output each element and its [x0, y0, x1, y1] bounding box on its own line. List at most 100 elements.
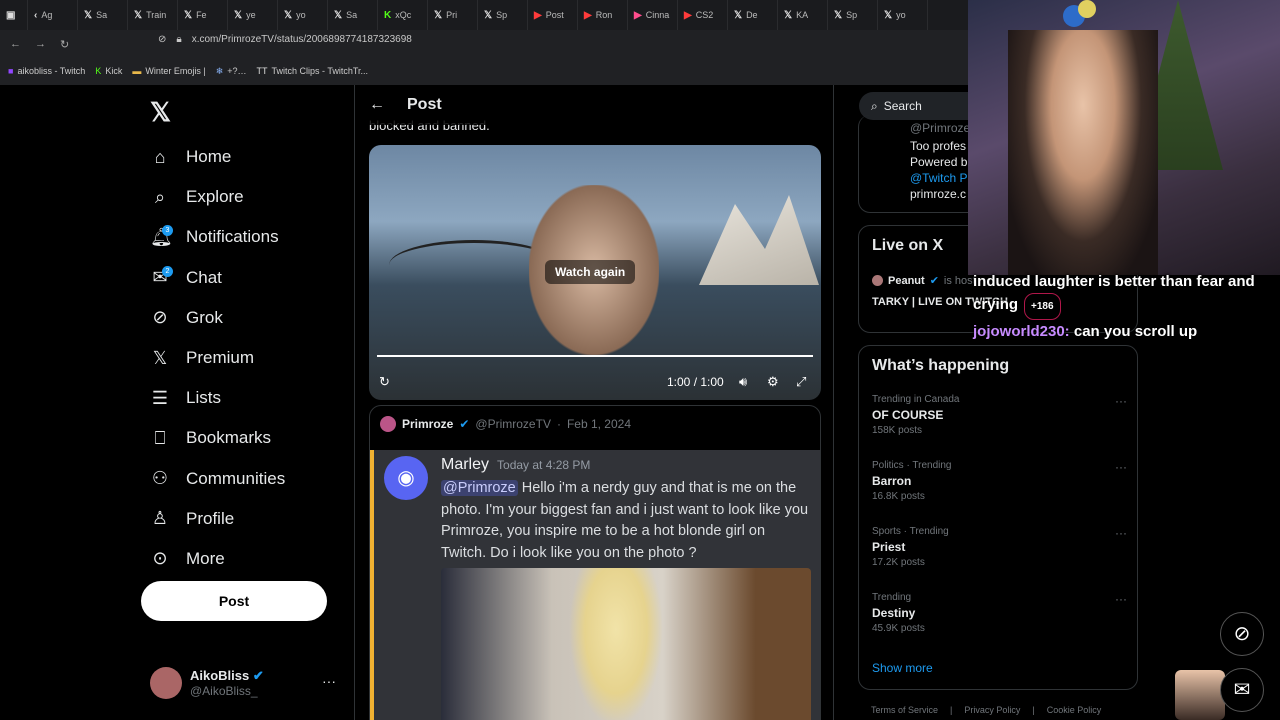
trend-context: Trending: [872, 592, 912, 603]
trend-posts: 45.9K posts: [872, 623, 925, 634]
nav-lists[interactable]: ☰ Lists: [150, 378, 285, 418]
post-button[interactable]: Post: [141, 581, 327, 621]
mail-icon[interactable]: ✉: [1220, 668, 1264, 712]
browser-tab[interactable]: 𝕏yo: [878, 0, 928, 30]
browser-tab[interactable]: 𝕏ye: [228, 0, 278, 30]
bookmark-item[interactable]: ❄ +?…: [216, 66, 247, 77]
nav-profile[interactable]: ♙ Profile: [150, 499, 285, 539]
show-more-link[interactable]: Show more: [872, 661, 933, 675]
browser-tab[interactable]: 𝕏 Fe: [178, 0, 228, 30]
nav-more[interactable]: ⊙ More: [150, 539, 285, 579]
tab-strip: ▣ ‹ Ag 𝕏 Sa 𝕏 Train 𝕏 Fe 𝕏ye 𝕏yo 𝕏 Sa KxQc 𝕏P…: [0, 0, 968, 30]
card-line[interactable]: @Twitch P: [910, 171, 968, 185]
avatar: [380, 416, 396, 432]
browser-tab[interactable]: ▶ Ron: [578, 0, 628, 30]
browser-tab[interactable]: 𝕏yo: [278, 0, 328, 30]
browser-tab[interactable]: 𝕏 Sa: [78, 0, 128, 30]
browser-tab[interactable]: ▶ Cinna: [628, 0, 678, 30]
url-field[interactable]: ⊘ 🔒︎ x.com/PrimrozeTV/status/20068987741…: [158, 34, 412, 45]
browser-tab[interactable]: KxQc: [378, 0, 428, 30]
more-options-icon[interactable]: ···: [1115, 526, 1127, 540]
verified-icon: ✔: [929, 275, 939, 287]
nav-explore[interactable]: ⌕ Explore: [150, 177, 285, 217]
quoted-post-date: Feb 1, 2024: [566, 417, 632, 431]
trend-posts: 17.2K posts: [872, 557, 925, 568]
more-options-icon[interactable]: ···: [1115, 460, 1127, 474]
bookmark-label: +?…: [227, 66, 247, 76]
account-switcher[interactable]: AikoBliss ✔ @AikoBliss_ ···: [150, 667, 336, 699]
footer-link[interactable]: Terms of Service: [871, 705, 938, 715]
gear-icon: ❄: [215, 65, 224, 76]
trend-item[interactable]: Trending Destiny 45.9K posts ···: [872, 592, 1127, 634]
nav-bookmarks[interactable]: ⎕ Bookmarks: [150, 418, 285, 458]
card-line[interactable]: primroze.c: [910, 187, 966, 201]
browser-tab[interactable]: 𝕏 KA: [778, 0, 828, 30]
footer-link[interactable]: Cookie Policy: [1047, 705, 1102, 715]
browser-tab[interactable]: 𝕏 Pri: [428, 0, 478, 30]
person-icon: ♙: [151, 508, 169, 529]
browser-tab[interactable]: 𝕏 Train: [128, 0, 178, 30]
bookmark-label: aikobliss - Twitch: [17, 66, 86, 76]
account-name: AikoBliss: [190, 668, 250, 683]
browser-tab[interactable]: ▶ CS2: [678, 0, 728, 30]
quoted-post[interactable]: Primroze ✔ @PrimrozeTV · Feb 1, 2024 ◉ M…: [369, 405, 821, 720]
reload-icon[interactable]: ↻: [60, 38, 69, 51]
card-line: Powered b: [910, 155, 968, 169]
more-options-icon[interactable]: ···: [1115, 592, 1127, 606]
tab-label: yo: [296, 10, 306, 20]
trend-context: Trending in Canada: [872, 394, 960, 405]
video-player[interactable]: Watch again ↻ 1:00 / 1:00 🔊︎ ⚙ ⤢: [369, 145, 821, 400]
nav-home[interactable]: ⌂ Home: [150, 137, 285, 177]
video-progress-bar[interactable]: [377, 355, 813, 357]
nav-notifications[interactable]: 🔔︎ 3 Notifications: [150, 217, 285, 257]
bookmark-item[interactable]: TT Twitch Clips - TwitchTr...: [257, 66, 369, 76]
folder-icon: ▬: [132, 66, 142, 76]
tab-search-icon[interactable]: ▣: [0, 0, 28, 30]
bookmark-item[interactable]: ■ aikobliss - Twitch: [8, 66, 85, 76]
more-options-icon[interactable]: ···: [322, 673, 336, 689]
x-logo-icon[interactable]: 𝕏: [150, 97, 171, 128]
more-options-icon[interactable]: ···: [1115, 394, 1127, 408]
twitch-icon: ■: [8, 66, 14, 76]
trend-item[interactable]: Politics · Trending Barron 16.8K posts ·…: [872, 460, 1127, 502]
forward-arrow-icon[interactable]: →: [35, 38, 46, 50]
site-info-icon[interactable]: ⊘: [158, 34, 166, 45]
tab-label: Post: [545, 10, 564, 20]
footer-links: Terms of Service | Privacy Policy | Cookie…: [871, 705, 1101, 715]
watch-again-button[interactable]: Watch again: [545, 260, 636, 284]
video-scene-opera-house: [699, 195, 819, 285]
footer-link[interactable]: Privacy Policy: [964, 705, 1020, 715]
replay-icon[interactable]: ↻: [379, 374, 390, 390]
page-title: Post: [407, 96, 442, 113]
trend-item[interactable]: Trending in Canada OF COURSE 158K posts …: [872, 394, 1127, 436]
browser-tab[interactable]: 𝕏 Sa: [328, 0, 378, 30]
nav-communities[interactable]: ⚇ Communities: [150, 459, 285, 499]
browser-tab[interactable]: 𝕏 Sp: [478, 0, 528, 30]
browser-tab[interactable]: ▶ Post: [528, 0, 578, 30]
tab-label: CS2: [695, 10, 714, 20]
bookmark-item[interactable]: ▬ Winter Emojis |: [132, 66, 205, 76]
bookmark-item[interactable]: K Kick: [95, 66, 122, 76]
volume-icon[interactable]: 🔊︎: [739, 374, 747, 390]
settings-icon[interactable]: ⚙: [767, 374, 779, 390]
discord-icon: ◉: [384, 456, 428, 500]
nav-chat[interactable]: ✉ 2 Chat: [150, 258, 285, 298]
photo-subject: [561, 568, 671, 720]
video-time: 1:00 / 1:00: [667, 375, 724, 389]
fullscreen-icon[interactable]: ⤢: [796, 374, 806, 390]
browser-tab[interactable]: 𝕏 Sp: [828, 0, 878, 30]
browser-tab[interactable]: 𝕏 De: [728, 0, 778, 30]
browser-tab[interactable]: ‹ Ag: [28, 0, 78, 30]
trend-item[interactable]: Sports · Trending Priest 17.2K posts ···: [872, 526, 1127, 568]
discord-message: @Primroze Hello i'm a nerdy guy and that…: [441, 478, 811, 564]
chat-badge: 2: [162, 265, 173, 277]
nav-label: Notifications: [186, 227, 279, 247]
nav-label: Chat: [186, 267, 222, 287]
nav-grok[interactable]: ⊘ Grok: [150, 298, 285, 338]
bookmarks-bar: ■ aikobliss - Twitch K Kick ▬ Winter Emojis…: [0, 60, 968, 82]
back-arrow-icon[interactable]: ←: [369, 96, 385, 114]
back-arrow-icon[interactable]: ←: [10, 38, 21, 50]
grok-icon[interactable]: ⊘: [1220, 612, 1264, 656]
search-icon: ⌕: [154, 186, 166, 207]
nav-premium[interactable]: 𝕏 Premium: [150, 338, 285, 378]
